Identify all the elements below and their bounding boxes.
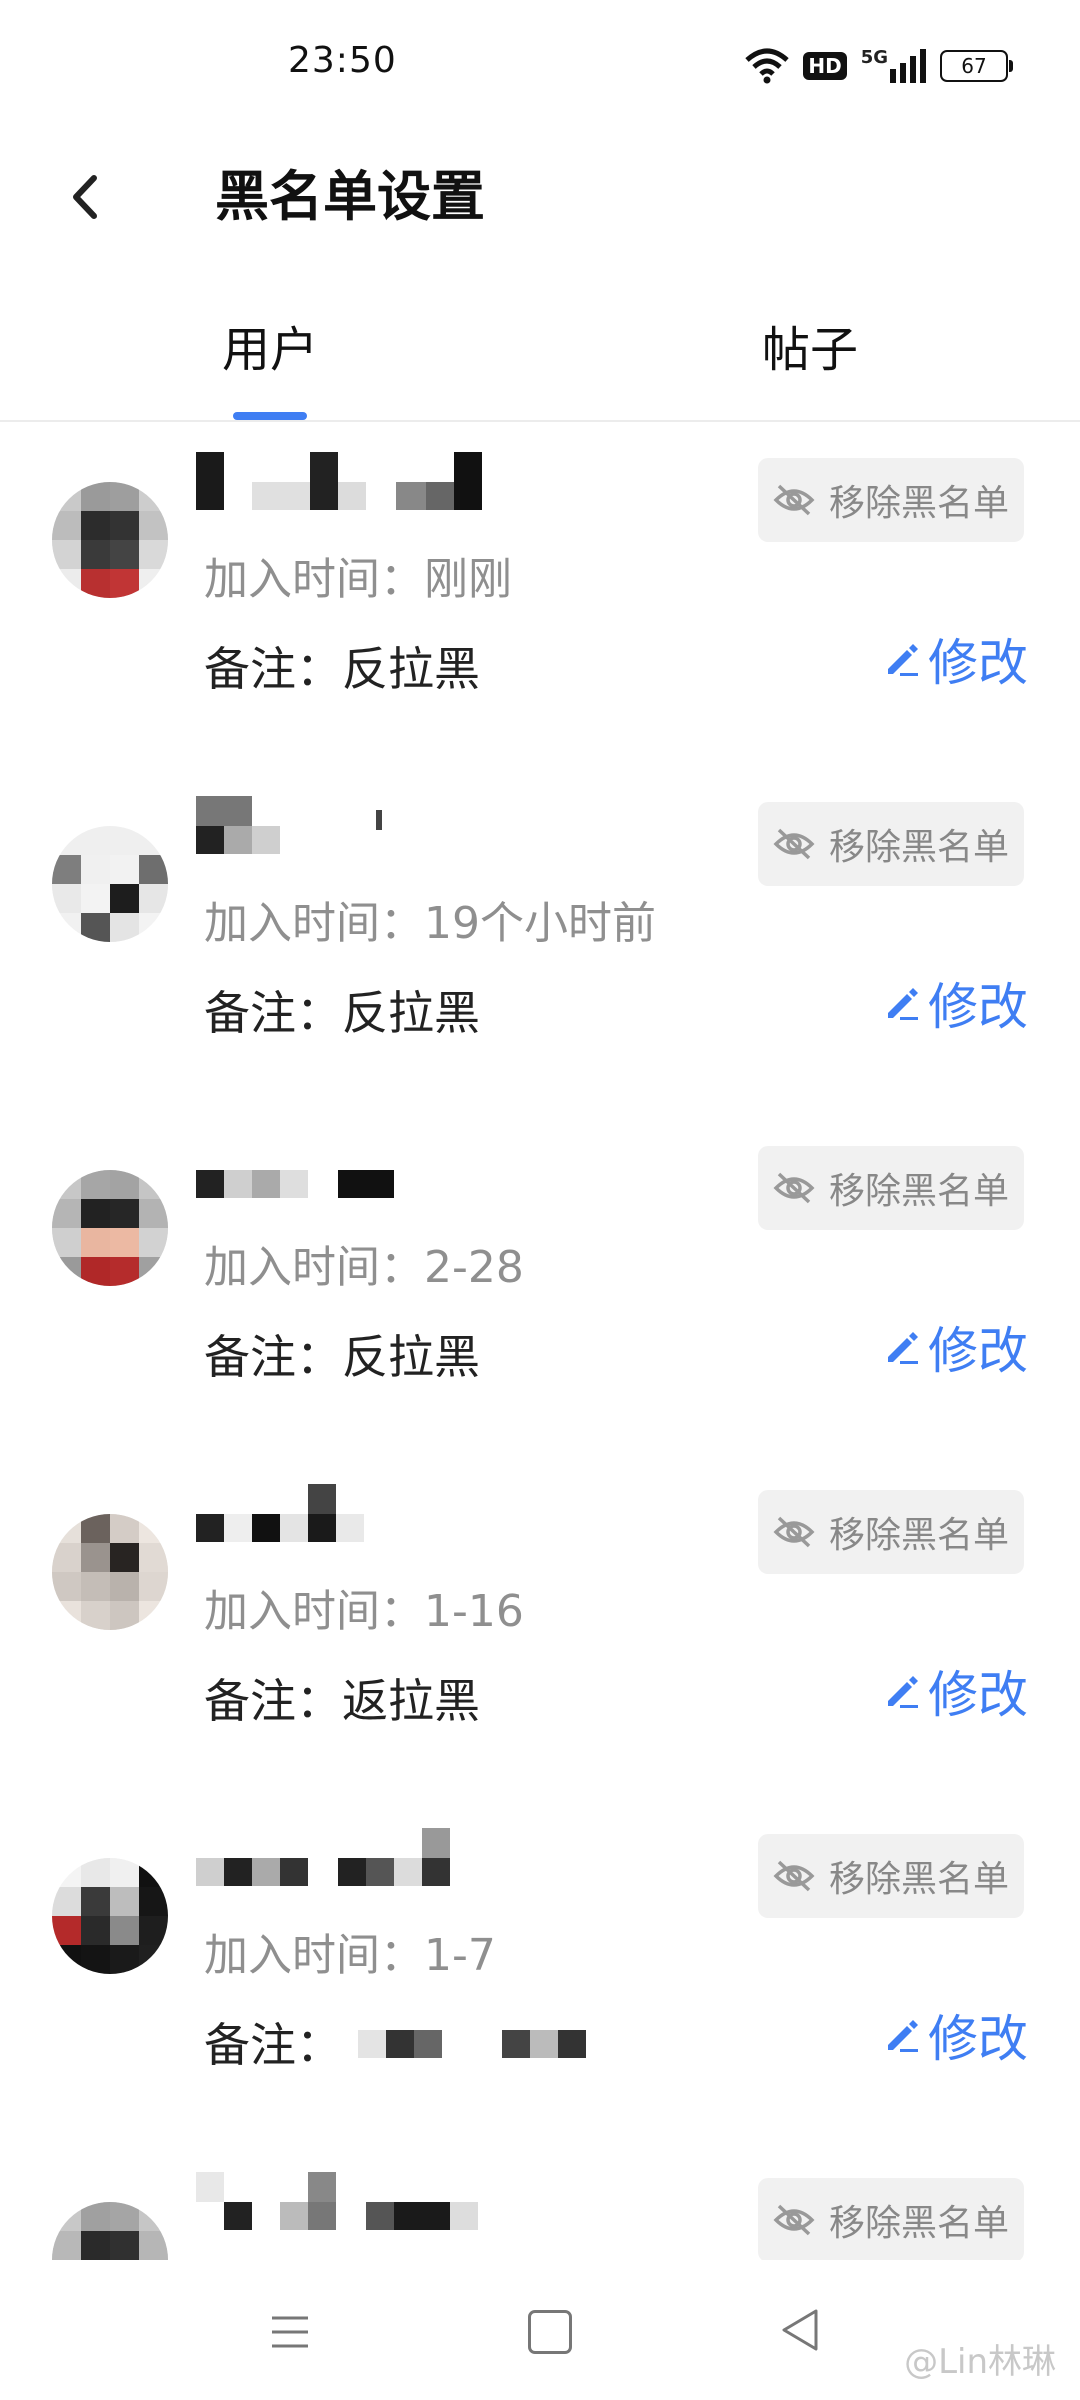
added-time: 加入时间：1-16 [204, 1586, 524, 1637]
remove-from-blacklist-button[interactable]: 移除黑名单 [758, 1490, 1024, 1574]
edit-note-button[interactable]: 修改 [884, 1656, 1028, 1726]
tab-bar: 用户 帖子 [0, 290, 1080, 422]
note-text: 备注： [204, 2018, 342, 2072]
remove-from-blacklist-button[interactable]: 移除黑名单 [758, 1834, 1024, 1918]
battery-icon: 67 [940, 50, 1013, 82]
status-bar: 23:50 HD 5G 67 [0, 0, 1080, 130]
tab-users[interactable]: 用户 [222, 318, 318, 382]
remove-button-label: 移除黑名单 [828, 483, 1009, 524]
remove-button-label: 移除黑名单 [828, 1171, 1009, 1212]
avatar [52, 1514, 168, 1630]
status-time: 23:50 [288, 40, 397, 81]
system-nav-bar: @Lin林琳 [0, 2262, 1080, 2400]
pencil-icon [888, 1676, 918, 1708]
list-item: 加入时间：1-7 备注： 移除黑名单 修改 [0, 1798, 1080, 2142]
battery-level: 67 [961, 54, 987, 78]
avatar [52, 1170, 168, 1286]
edit-note-button[interactable]: 修改 [884, 1312, 1028, 1382]
back-triangle-icon[interactable] [780, 2308, 820, 2352]
network-type: 5G [860, 47, 888, 68]
pencil-icon [888, 2020, 918, 2052]
edit-note-button[interactable]: 修改 [884, 624, 1028, 694]
eye-slash-icon [773, 484, 815, 516]
username-masked [196, 796, 496, 856]
list-item: 加入时间：1-16 备注：返拉黑 移除黑名单 修改 [0, 1454, 1080, 1798]
pencil-icon [888, 644, 918, 676]
list-item: 加入时间：2-28 备注：反拉黑 移除黑名单 修改 [0, 1110, 1080, 1454]
list-item: 加入时间：19个小时前 备注：反拉黑 移除黑名单 修改 [0, 766, 1080, 1110]
back-button[interactable] [50, 162, 120, 232]
username-masked [196, 2172, 496, 2232]
remove-button-label: 移除黑名单 [828, 827, 1009, 868]
blacklist-list: 加入时间：刚刚 备注：反拉黑 移除黑名单 修改 加入时间：19个小时前 备注：反… [0, 422, 1080, 2260]
eye-slash-icon [773, 2204, 815, 2236]
signal-5g-icon: 5G [861, 49, 926, 83]
page-title: 黑名单设置 [215, 165, 485, 228]
status-icons: HD 5G 67 [745, 44, 1013, 88]
hd-icon: HD [803, 52, 847, 80]
avatar [52, 482, 168, 598]
added-time: 加入时间：刚刚 [204, 554, 512, 605]
remove-button-label: 移除黑名单 [828, 1515, 1009, 1556]
list-item: 移除黑名单 [0, 2142, 1080, 2260]
eye-slash-icon [773, 1516, 815, 1548]
note-text: 备注：反拉黑 [204, 986, 480, 1040]
tab-indicator [233, 412, 307, 420]
tab-posts[interactable]: 帖子 [762, 318, 858, 382]
app-header: 黑名单设置 [0, 130, 1080, 260]
username-masked [196, 1140, 496, 1200]
remove-from-blacklist-button[interactable]: 移除黑名单 [758, 802, 1024, 886]
note-text: 备注：返拉黑 [204, 1674, 480, 1728]
eye-slash-icon [773, 828, 815, 860]
watermark: @Lin林琳 [904, 2342, 1056, 2382]
pencil-icon [888, 1332, 918, 1364]
note-masked [358, 2030, 608, 2070]
home-icon[interactable] [528, 2310, 572, 2354]
remove-from-blacklist-button[interactable]: 移除黑名单 [758, 1146, 1024, 1230]
avatar [52, 1858, 168, 1974]
edit-button-label: 修改 [928, 2010, 1028, 2068]
edit-button-label: 修改 [928, 1666, 1028, 1724]
list-item: 加入时间：刚刚 备注：反拉黑 移除黑名单 修改 [0, 422, 1080, 766]
username-masked [196, 452, 496, 512]
eye-slash-icon [773, 1860, 815, 1892]
added-time: 加入时间：2-28 [204, 1242, 524, 1293]
note-text: 备注：反拉黑 [204, 642, 480, 696]
added-time: 加入时间：19个小时前 [204, 898, 656, 949]
eye-slash-icon [773, 1172, 815, 1204]
note-text: 备注：反拉黑 [204, 1330, 480, 1384]
remove-from-blacklist-button[interactable]: 移除黑名单 [758, 2178, 1024, 2260]
menu-icon[interactable] [270, 2312, 310, 2352]
chevron-left-icon [73, 175, 97, 219]
edit-button-label: 修改 [928, 978, 1028, 1036]
edit-note-button[interactable]: 修改 [884, 968, 1028, 1038]
pencil-icon [888, 988, 918, 1020]
remove-button-label: 移除黑名单 [828, 2203, 1009, 2244]
remove-button-label: 移除黑名单 [828, 1859, 1009, 1900]
edit-button-label: 修改 [928, 1322, 1028, 1380]
avatar [52, 2202, 168, 2260]
remove-from-blacklist-button[interactable]: 移除黑名单 [758, 458, 1024, 542]
wifi-icon [745, 48, 790, 84]
avatar [52, 826, 168, 942]
username-masked [196, 1484, 496, 1544]
added-time: 加入时间：1-7 [204, 1930, 496, 1981]
edit-note-button[interactable]: 修改 [884, 2000, 1028, 2070]
username-masked [196, 1828, 496, 1888]
edit-button-label: 修改 [928, 634, 1028, 692]
